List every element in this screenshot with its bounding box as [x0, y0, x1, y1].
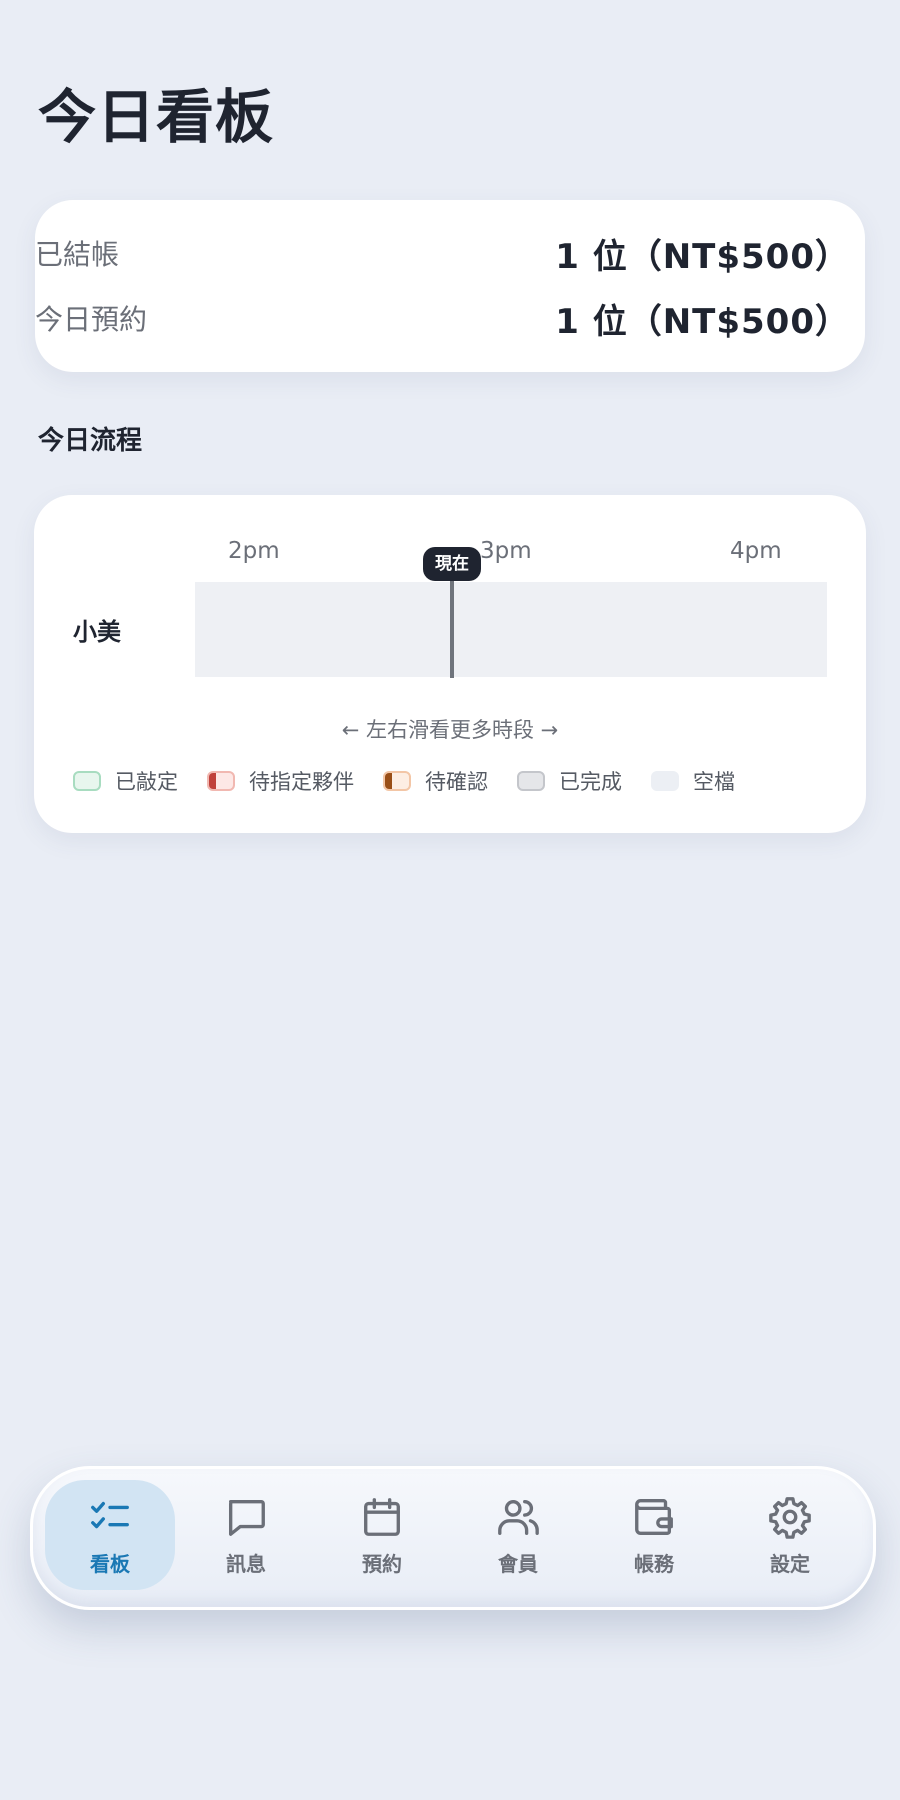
- page-title: 今日看板: [38, 83, 275, 151]
- nav-label: 帳務: [634, 1551, 674, 1576]
- legend-item-pending-confirm: 待確認: [383, 766, 488, 796]
- checked-out-label: 已結帳: [35, 238, 120, 271]
- nav-label: 設定: [770, 1551, 810, 1576]
- staff-name: 小美: [73, 618, 121, 646]
- legend-label: 待指定夥伴: [249, 770, 354, 794]
- legend-label: 空檔: [693, 770, 735, 794]
- legend-swatch-pending-partner: [207, 771, 235, 791]
- summary-row-today-bookings: 今日預約 1 位（NT$500）: [35, 293, 850, 343]
- legend-item-done: 已完成: [517, 766, 622, 796]
- nav-label: 看板: [90, 1551, 130, 1576]
- wallet-icon: [635, 1498, 673, 1535]
- nav-item-accounts[interactable]: 帳務: [589, 1480, 719, 1590]
- calendar-icon: [364, 1497, 400, 1536]
- legend-label: 已敲定: [115, 770, 178, 794]
- nav-item-settings[interactable]: 設定: [725, 1480, 855, 1590]
- nav-item-members[interactable]: 會員: [453, 1480, 583, 1590]
- nav-item-dashboard[interactable]: 看板: [45, 1480, 175, 1590]
- today-bookings-label: 今日預約: [35, 303, 148, 336]
- nav-label: 訊息: [226, 1551, 266, 1576]
- timeline-track-row[interactable]: [195, 582, 827, 677]
- today-bookings-value: 1 位（NT$500）: [555, 301, 850, 342]
- timeline-tick: 3pm: [480, 538, 532, 564]
- legend-swatch-done: [517, 771, 545, 791]
- summary-card: [35, 200, 865, 372]
- now-indicator-line: [450, 578, 454, 678]
- legend-swatch-booked: [73, 771, 101, 791]
- summary-row-checked-out: 已結帳 1 位（NT$500）: [35, 228, 850, 278]
- legend-item-empty: 空檔: [651, 766, 735, 796]
- timeline-tick: 4pm: [730, 538, 782, 564]
- legend-item-booked: 已敲定: [73, 766, 178, 796]
- timeline-tick: 2pm: [228, 538, 280, 564]
- legend-item-pending-partner: 待指定夥伴: [207, 766, 354, 796]
- scroll-hint: ← 左右滑看更多時段 →: [341, 718, 559, 742]
- now-badge: 現在: [423, 547, 481, 581]
- legend-swatch-empty: [651, 771, 679, 791]
- nav-item-messages[interactable]: 訊息: [181, 1480, 311, 1590]
- nav-item-bookings[interactable]: 預約: [317, 1480, 447, 1590]
- legend-swatch-pending-confirm: [383, 771, 411, 791]
- section-title-flow: 今日流程: [38, 426, 143, 456]
- chat-bubble-icon: [228, 1499, 265, 1536]
- nav-label: 預約: [362, 1551, 402, 1576]
- nav-label: 會員: [498, 1551, 538, 1576]
- legend-label: 已完成: [559, 770, 622, 794]
- gear-icon: [769, 1496, 811, 1539]
- users-icon: [498, 1499, 539, 1535]
- checklist-icon: [91, 1501, 129, 1528]
- checked-out-value: 1 位（NT$500）: [555, 236, 850, 277]
- legend-label: 待確認: [425, 770, 488, 794]
